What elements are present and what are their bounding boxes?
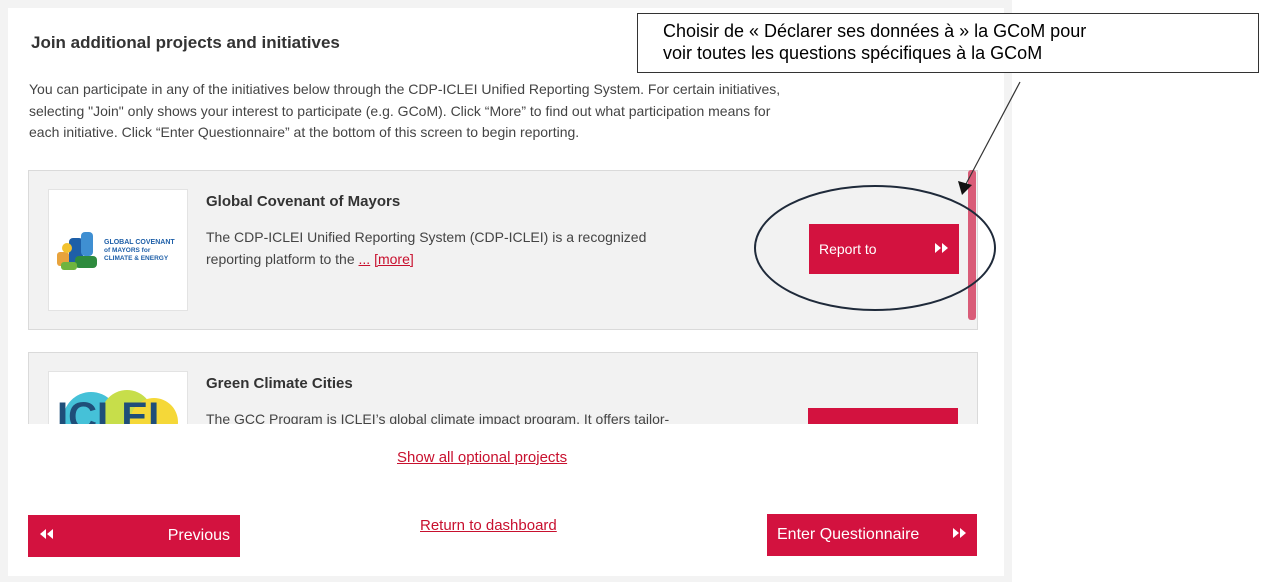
previous-button[interactable]: Previous (28, 515, 240, 557)
card-title: Green Climate Cities (206, 375, 353, 392)
gcc-action-button[interactable] (808, 408, 958, 424)
card-desc-line2: reporting platform to the ... [more] (206, 248, 761, 270)
card-description: The CDP-ICLEI Unified Reporting System (… (206, 226, 761, 270)
annotation-callout: Choisir de « Déclarer ses données à » la… (637, 13, 1259, 73)
report-to-button[interactable]: Report to (809, 224, 959, 274)
intro-text: You can participate in any of the initia… (29, 79, 989, 144)
double-chevron-left-icon (40, 527, 54, 545)
svg-text:GLOBAL COVENANT: GLOBAL COVENANT (104, 239, 175, 246)
svg-text:CLIMATE & ENERGY: CLIMATE & ENERGY (104, 255, 169, 262)
double-chevron-right-icon (953, 526, 967, 544)
intro-line: selecting "Join" only shows your interes… (29, 102, 771, 119)
iclei-logo: ICLEI (48, 371, 188, 424)
return-to-dashboard-link[interactable]: Return to dashboard (420, 517, 557, 534)
callout-line: Choisir de « Déclarer ses données à » la… (663, 21, 1087, 41)
ellipsis-link[interactable]: ... (359, 251, 371, 267)
section-title: Join additional projects and initiatives (31, 33, 340, 52)
list-scrollbar[interactable] (968, 170, 976, 320)
double-chevron-right-icon (935, 241, 949, 257)
enter-questionnaire-button[interactable]: Enter Questionnaire (767, 514, 977, 556)
card-title: Global Covenant of Mayors (206, 193, 401, 210)
svg-text:of MAYORS for: of MAYORS for (104, 247, 151, 254)
intro-line: You can participate in any of the initia… (29, 81, 781, 97)
report-to-label: Report to (819, 241, 877, 257)
card-description: The GCC Program is ICLEI’s global climat… (206, 408, 761, 424)
more-link[interactable]: [more] (374, 251, 414, 267)
callout-line: voir toutes les questions spécifiques à … (663, 43, 1043, 63)
card-desc-line: The GCC Program is ICLEI’s global climat… (206, 411, 670, 424)
svg-text:ICLEI: ICLEI (57, 395, 159, 424)
enter-questionnaire-label: Enter Questionnaire (777, 526, 920, 543)
initiative-card-gcom: GLOBAL COVENANT of MAYORS for CLIMATE & … (28, 170, 978, 330)
intro-line: each initiative. Click “Enter Questionna… (29, 124, 580, 140)
previous-label: Previous (167, 527, 230, 544)
card-desc-text: reporting platform to the (206, 251, 359, 267)
gcom-logo: GLOBAL COVENANT of MAYORS for CLIMATE & … (48, 189, 188, 311)
card-desc-line: The CDP-ICLEI Unified Reporting System (… (206, 229, 647, 245)
show-all-projects-link[interactable]: Show all optional projects (397, 449, 567, 466)
initiatives-list[interactable]: GLOBAL COVENANT of MAYORS for CLIMATE & … (28, 170, 978, 424)
